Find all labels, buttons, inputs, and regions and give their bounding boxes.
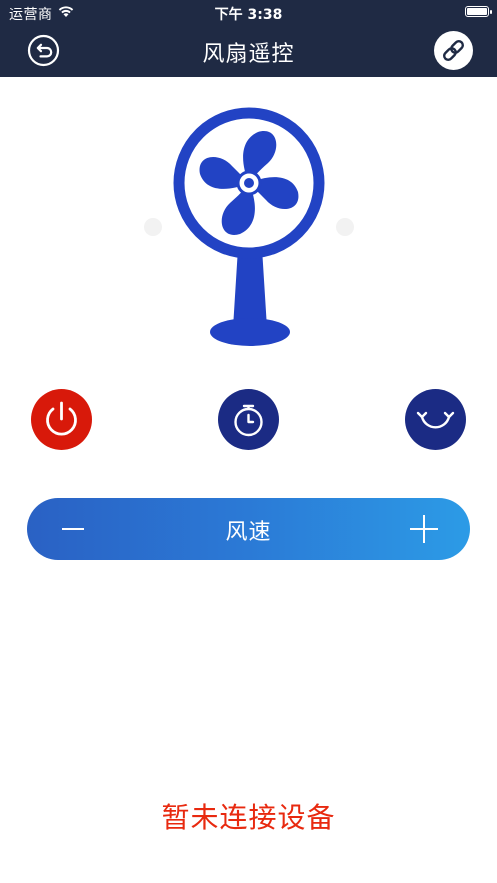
- power-button[interactable]: [31, 389, 92, 450]
- wind-speed-label: 风速: [225, 520, 272, 545]
- plus-icon: [410, 515, 438, 543]
- swing-rotate-icon: [416, 411, 455, 429]
- stopwatch-icon: [234, 404, 263, 437]
- connect-device-button[interactable]: [434, 31, 473, 70]
- chain-link-icon: [442, 39, 465, 62]
- status-time: 下午 3:38: [214, 7, 283, 23]
- fan-illustration: [140, 100, 360, 360]
- battery-icon: [465, 6, 492, 17]
- desk-fan-icon: [144, 107, 354, 346]
- page-title: 风扇遥控: [202, 42, 295, 67]
- connection-status: 暂未连接设备: [161, 801, 336, 834]
- fan-remote-screen: 运营商 下午 3:38 风扇遥控 风速 暂未连接设备: [0, 0, 497, 883]
- speed-increase-button[interactable]: [408, 513, 440, 545]
- swing-button[interactable]: [405, 389, 466, 450]
- status-bar: 运营商 下午 3:38: [0, 0, 497, 24]
- wind-speed-control: 风速: [27, 498, 470, 560]
- timer-button[interactable]: [218, 389, 279, 450]
- header: 运营商 下午 3:38 风扇遥控: [0, 0, 497, 77]
- power-icon: [46, 401, 77, 436]
